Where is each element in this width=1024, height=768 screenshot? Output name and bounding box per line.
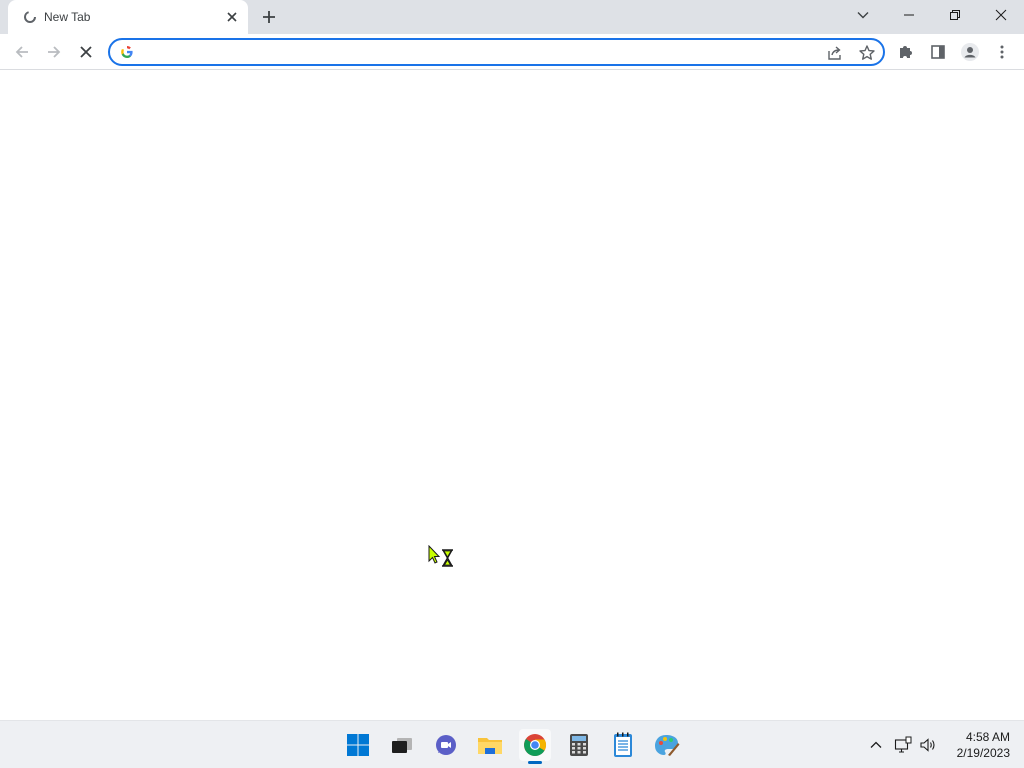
new-tab-plus-icon[interactable] — [260, 8, 278, 26]
notepad-icon — [614, 732, 632, 757]
stop-loading-button[interactable] — [72, 38, 100, 66]
taskbar-chat[interactable] — [430, 729, 462, 761]
bookmark-star-icon[interactable] — [858, 44, 876, 62]
paint-icon — [655, 735, 680, 756]
active-app-indicator — [528, 761, 542, 764]
back-button[interactable] — [8, 38, 36, 66]
loading-spinner-icon — [24, 11, 36, 23]
clock-date: 2/19/2023 — [956, 746, 1010, 760]
busy-cursor-icon — [428, 545, 453, 567]
tab-search-button[interactable] — [840, 0, 886, 30]
page-content — [0, 71, 1024, 720]
arrow-right-icon — [48, 46, 61, 58]
network-tray-button[interactable] — [893, 735, 913, 755]
windows-start-icon — [347, 734, 369, 756]
calculator-icon — [570, 734, 588, 756]
close-icon — [995, 9, 1007, 21]
tab-new-tab[interactable]: New Tab — [8, 0, 248, 34]
restore-button[interactable] — [932, 0, 978, 30]
taskbar-file-explorer[interactable] — [474, 729, 506, 761]
taskbar-start[interactable] — [342, 729, 374, 761]
taskbar-paint[interactable] — [651, 729, 683, 761]
arrow-left-icon — [15, 46, 28, 58]
taskbar-clock[interactable]: 4:58 AM 2/19/2023 — [940, 729, 1010, 761]
more-vert-icon — [1000, 45, 1004, 59]
close-tab-icon[interactable] — [224, 9, 240, 25]
browser-toolbar — [0, 34, 1024, 70]
restore-icon — [950, 10, 960, 20]
chrome-icon — [524, 734, 546, 756]
close-icon — [80, 46, 92, 58]
minimize-icon — [904, 14, 914, 16]
chevron-down-icon — [857, 12, 869, 19]
tab-strip: New Tab — [0, 0, 1024, 34]
minimize-button[interactable] — [886, 0, 932, 30]
forward-button[interactable] — [40, 38, 68, 66]
address-input[interactable] — [142, 42, 802, 62]
taskbar-calculator[interactable] — [563, 729, 595, 761]
network-icon — [894, 736, 912, 753]
share-icon[interactable] — [826, 44, 844, 62]
folder-icon — [478, 738, 502, 754]
task-view-icon — [392, 738, 412, 753]
chevron-up-icon — [870, 741, 882, 748]
close-window-button[interactable] — [978, 0, 1024, 30]
taskbar: 4:58 AM 2/19/2023 — [0, 720, 1024, 768]
menu-button[interactable] — [988, 38, 1016, 66]
clock-time: 4:58 AM — [965, 730, 1010, 744]
google-g-icon — [121, 45, 133, 58]
taskbar-chrome[interactable] — [519, 729, 551, 761]
tab-title: New Tab — [44, 10, 91, 24]
avatar-icon — [961, 43, 979, 61]
profile-button[interactable] — [956, 38, 984, 66]
address-bar[interactable] — [108, 38, 885, 66]
chat-icon — [436, 735, 456, 755]
extensions-button[interactable] — [892, 38, 920, 66]
volume-icon — [920, 738, 935, 752]
taskbar-task-view[interactable] — [386, 729, 418, 761]
taskbar-notepad[interactable] — [607, 729, 639, 761]
show-hidden-icons-button[interactable] — [866, 735, 886, 755]
volume-tray-button[interactable] — [918, 735, 938, 755]
puzzle-piece-icon — [900, 46, 912, 58]
side-panel-button[interactable] — [924, 38, 952, 66]
side-panel-icon — [931, 45, 945, 59]
